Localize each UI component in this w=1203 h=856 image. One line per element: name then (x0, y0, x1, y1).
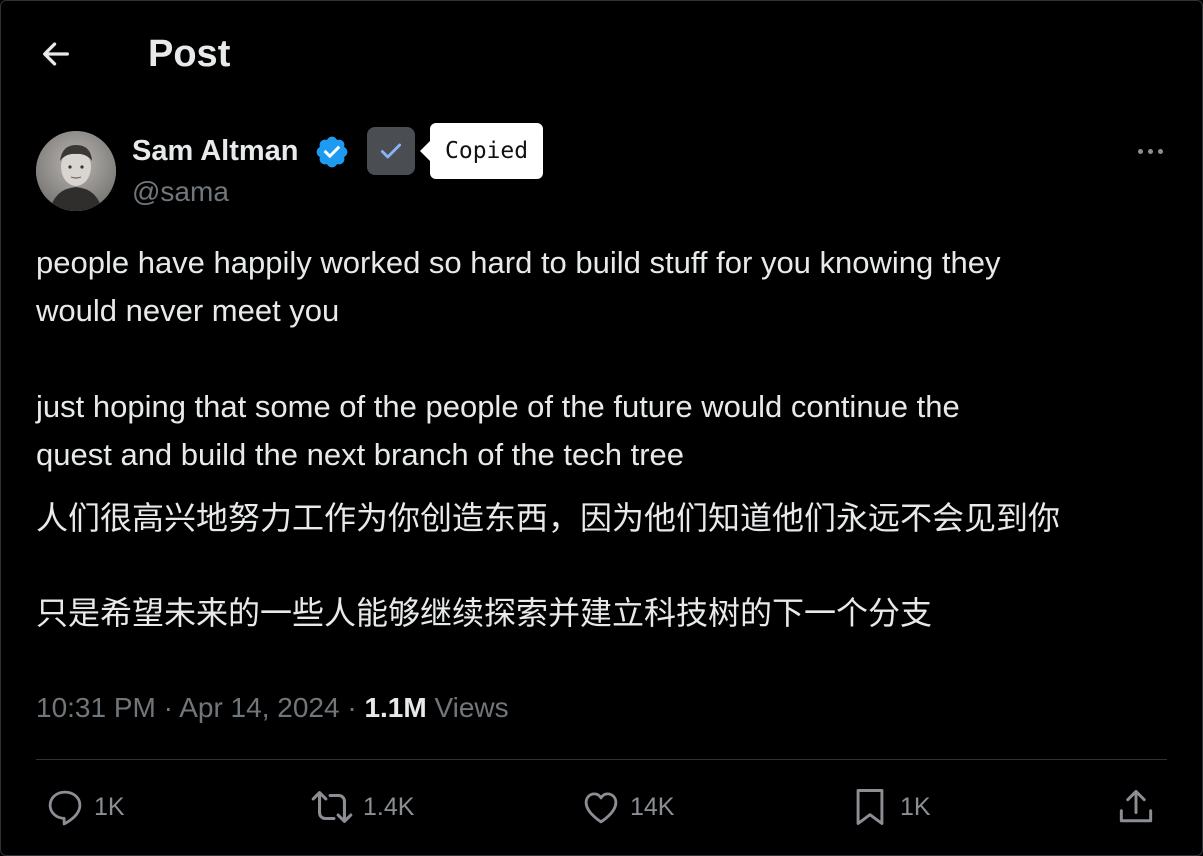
avatar[interactable] (36, 131, 116, 211)
divider (36, 759, 1167, 760)
bookmark-button[interactable]: 1K (848, 784, 931, 830)
copy-button[interactable] (367, 127, 415, 175)
post-text-paragraph: people have happily worked so hard to bu… (36, 245, 1001, 328)
post-text-paragraph: just hoping that some of the people of t… (36, 389, 960, 472)
verified-badge-icon[interactable] (314, 134, 350, 170)
like-button[interactable]: 14K (580, 784, 674, 830)
avatar-image (36, 131, 116, 211)
share-icon (1119, 789, 1153, 823)
repost-count: 1.4K (363, 792, 415, 821)
share-button[interactable] (1114, 784, 1158, 830)
checkmark-icon (380, 143, 402, 159)
views-label: Views (434, 692, 509, 723)
author-handle[interactable]: @sama (132, 174, 229, 210)
more-options-button[interactable] (1128, 138, 1172, 164)
post-time[interactable]: 10:31 PM (36, 692, 156, 723)
reply-icon (48, 790, 82, 826)
bookmark-icon (856, 789, 884, 825)
meta-separator: · (163, 692, 173, 723)
more-dot-icon (1147, 148, 1153, 154)
meta-separator: · (347, 692, 357, 723)
repost-icon (311, 791, 353, 823)
post-translation-paragraph: 只是希望未来的一些人能够继续探索并建立科技树的下一个分支 (36, 595, 933, 631)
arrow-left-icon (43, 42, 69, 66)
post-date[interactable]: Apr 14, 2024 (179, 692, 339, 723)
back-button[interactable] (36, 34, 76, 74)
author-name[interactable]: Sam Altman (132, 132, 299, 170)
more-dot-icon (1137, 148, 1143, 154)
copied-tooltip: Copied (419, 123, 544, 179)
post-meta: 10:31 PM · Apr 14, 2024 · 1.1M Views (36, 688, 509, 728)
bookmark-count: 1K (900, 792, 931, 821)
more-dot-icon (1157, 148, 1163, 154)
page-title: Post (148, 33, 231, 75)
views-count: 1.1M (364, 692, 427, 723)
repost-button[interactable]: 1.4K (309, 784, 414, 830)
like-count: 14K (630, 792, 675, 821)
heart-icon (584, 792, 618, 824)
post-translation-paragraph: 人们很高兴地努力工作为你创造东西，因为他们知道他们永远不会见到你 (36, 500, 1061, 536)
reply-button[interactable]: 1K (44, 784, 125, 830)
reply-count: 1K (94, 792, 125, 821)
